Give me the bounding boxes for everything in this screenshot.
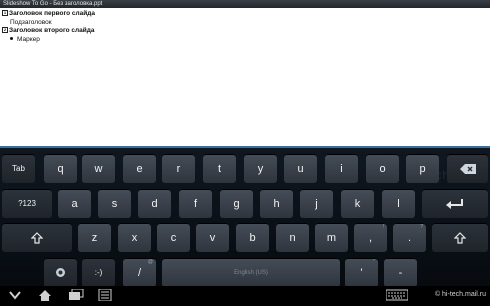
soft-keyboard: hi-tech Tab q w e r t y u i o p ?123 a s…: [0, 146, 490, 287]
settings-icon: [56, 268, 65, 277]
slide-2-title-line[interactable]: 2 Заголовок второго слайда: [2, 27, 95, 36]
settings-key[interactable]: [44, 258, 77, 287]
shift-icon: [31, 231, 43, 244]
key-h[interactable]: h: [260, 189, 293, 218]
key-n[interactable]: n: [276, 223, 309, 252]
backspace-key[interactable]: [447, 154, 488, 183]
comma-key[interactable]: ! ,: [354, 223, 387, 252]
space-key[interactable]: English (US): [162, 258, 340, 287]
key-c[interactable]: c: [157, 223, 190, 252]
key-w[interactable]: w: [82, 154, 115, 183]
slide-1-title-line[interactable]: 1 Заголовок первого слайда: [2, 10, 95, 19]
slide-2-title: Заголовок второго слайда: [9, 27, 95, 34]
slash-label: /: [137, 266, 142, 279]
key-j[interactable]: j: [300, 189, 333, 218]
key-r[interactable]: r: [162, 154, 195, 183]
key-d[interactable]: d: [138, 189, 171, 218]
slide-1-icon: 1: [2, 10, 8, 17]
key-p[interactable]: p: [406, 154, 439, 183]
key-l[interactable]: l: [382, 189, 415, 218]
shift-key-right[interactable]: [432, 223, 488, 252]
key-a[interactable]: a: [58, 189, 91, 218]
site-credit: © hi-tech.mail.ru: [434, 291, 486, 298]
key-i[interactable]: i: [325, 154, 358, 183]
shift-key-left[interactable]: [2, 223, 72, 252]
recent-apps-icon[interactable]: [68, 288, 84, 304]
key-t[interactable]: t: [203, 154, 236, 183]
slide-1-title: Заголовок первого слайда: [9, 10, 95, 17]
comma-hint: !: [382, 224, 384, 230]
key-m[interactable]: m: [315, 223, 348, 252]
dash-key[interactable]: -: [384, 258, 417, 287]
keyboard-hide-icon[interactable]: [8, 289, 22, 304]
slide-2-bullet-text: Маркер: [17, 35, 40, 43]
key-f[interactable]: f: [179, 189, 212, 218]
slash-key[interactable]: @ /: [123, 258, 156, 287]
key-q[interactable]: q: [44, 154, 77, 183]
period-label: .: [407, 231, 412, 244]
slash-hint: @: [147, 259, 153, 265]
key-x[interactable]: x: [118, 223, 151, 252]
key-s[interactable]: s: [98, 189, 131, 218]
bullet-icon: [10, 37, 13, 41]
key-g[interactable]: g: [220, 189, 253, 218]
symbols-key[interactable]: ?123: [2, 189, 52, 218]
document-outline[interactable]: 1 Заголовок первого слайда Подзаголовок 2…: [0, 8, 490, 146]
key-z[interactable]: z: [78, 223, 111, 252]
window-title: Slideshow To Go - Без заголовка.ppt: [0, 0, 490, 8]
key-y[interactable]: y: [244, 154, 277, 183]
period-hint: ?: [420, 224, 423, 230]
enter-key[interactable]: [422, 189, 488, 218]
slide-2-bullet[interactable]: Маркер: [2, 36, 95, 45]
apostrophe-label: ': [360, 266, 363, 279]
shift-icon: [454, 231, 466, 244]
enter-icon: [446, 198, 463, 209]
period-key[interactable]: ? .: [393, 223, 426, 252]
menu-icon[interactable]: [98, 288, 112, 304]
keyboard-status-icon: [385, 289, 409, 304]
smiley-key[interactable]: :-): [82, 258, 115, 287]
system-bar: © hi-tech.mail.ru: [0, 286, 490, 306]
tab-key[interactable]: Tab: [2, 154, 35, 183]
outline-list: 1 Заголовок первого слайда Подзаголовок 2…: [2, 10, 95, 44]
key-k[interactable]: k: [341, 189, 374, 218]
key-u[interactable]: u: [284, 154, 317, 183]
key-o[interactable]: o: [366, 154, 399, 183]
slide-2-icon: 2: [2, 27, 8, 34]
key-b[interactable]: b: [236, 223, 269, 252]
key-v[interactable]: v: [196, 223, 229, 252]
slide-1-subtitle[interactable]: Подзаголовок: [2, 19, 95, 28]
key-e[interactable]: e: [123, 154, 156, 183]
comma-label: ,: [368, 231, 373, 244]
home-icon[interactable]: [38, 289, 52, 305]
apostrophe-key[interactable]: " ': [345, 258, 378, 287]
apostrophe-hint: ": [373, 259, 375, 265]
backspace-icon: [459, 163, 476, 174]
space-language-hint: English (US): [234, 269, 268, 276]
